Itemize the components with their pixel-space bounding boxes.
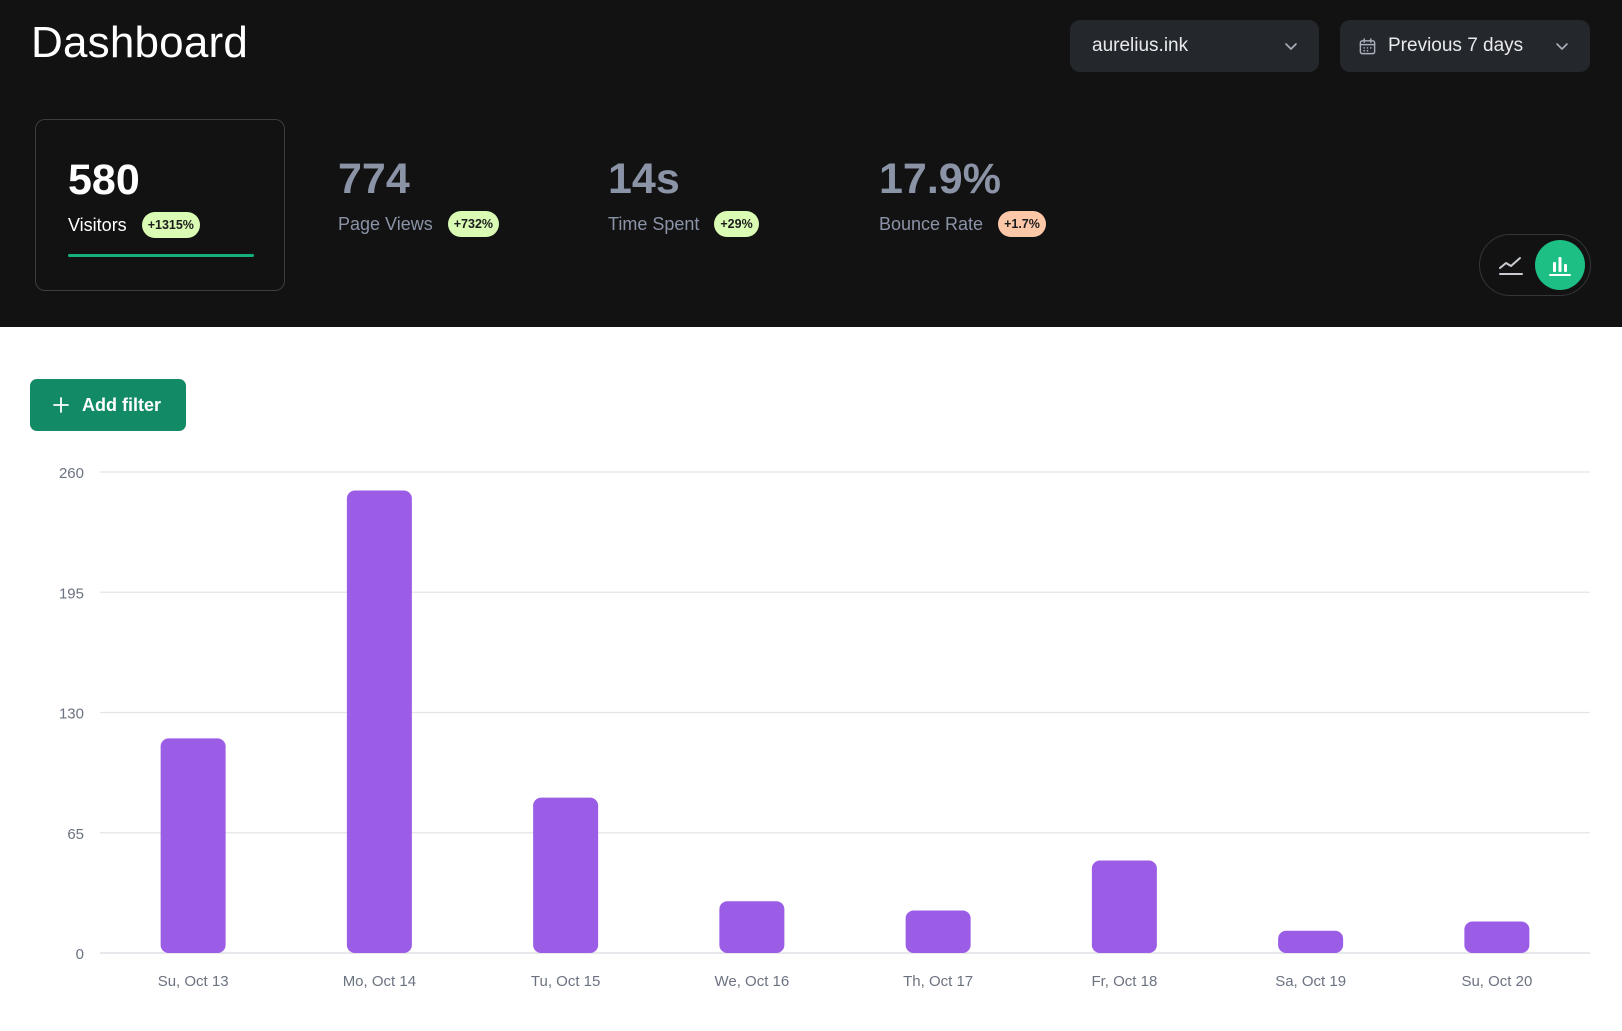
chart-bar[interactable] <box>1091 860 1157 954</box>
metric-visitors[interactable]: 580 Visitors +1315% <box>35 119 285 291</box>
chart-bar[interactable] <box>905 910 971 953</box>
x-tick-label: Su, Oct 13 <box>158 973 229 990</box>
x-tick-label: Sa, Oct 19 <box>1275 973 1346 990</box>
line-chart-icon <box>1499 257 1523 275</box>
chart-bar[interactable] <box>533 797 599 953</box>
metric-label: Bounce Rate <box>879 213 984 234</box>
site-select[interactable]: aurelius.ink <box>1070 20 1319 72</box>
metric-value: 14s <box>608 155 680 203</box>
header-bar: Dashboard aurelius.ink Previous 7 days 5… <box>0 0 1622 327</box>
site-select-value: aurelius.ink <box>1092 35 1189 56</box>
chart-bar[interactable] <box>1464 921 1530 953</box>
date-range-value: Previous 7 days <box>1388 35 1524 56</box>
change-badge: +29% <box>714 211 759 237</box>
y-tick-label: 195 <box>59 585 84 602</box>
metric-label: Visitors <box>68 214 127 235</box>
y-tick-label: 260 <box>59 465 84 482</box>
metric-bounce-rate[interactable]: 17.9% Bounce Rate +1.7% <box>847 119 1097 291</box>
metric-value: 774 <box>338 155 410 203</box>
metric-time-spent[interactable]: 14s Time Spent +29% <box>576 119 826 291</box>
y-tick-label: 130 <box>59 706 84 723</box>
metric-label: Page Views <box>338 213 433 234</box>
date-range-select[interactable]: Previous 7 days <box>1340 20 1590 72</box>
chart-bar[interactable] <box>1278 930 1344 953</box>
chart-bar[interactable] <box>160 738 226 953</box>
chevron-down-icon <box>1556 43 1568 50</box>
add-filter-label: Add filter <box>82 394 161 415</box>
x-tick-label: Mo, Oct 14 <box>343 973 416 990</box>
bar-chart-icon <box>1549 257 1571 276</box>
active-metric-indicator <box>68 254 254 257</box>
metric-value: 17.9% <box>879 155 1001 203</box>
change-badge: +1.7% <box>998 211 1046 237</box>
visitors-bar-chart: 0 65 130 195 260 Su, Oct 13 Mo, Oct 14 Tu, Oct … <box>59 465 1590 990</box>
chevron-down-icon <box>1285 43 1297 50</box>
x-tick-label: Su, Oct 20 <box>1461 973 1532 990</box>
bar-chart-button[interactable] <box>1535 240 1585 290</box>
metric-label: Time Spent <box>608 213 700 234</box>
calendar-icon <box>1359 37 1376 54</box>
metric-value: 580 <box>68 156 140 204</box>
add-filter-button[interactable]: Add filter <box>30 379 186 431</box>
x-tick-label: Fr, Oct 18 <box>1091 973 1157 990</box>
chart-bar[interactable] <box>719 901 785 953</box>
metric-page-views[interactable]: 774 Page Views +732% <box>306 119 556 291</box>
change-badge: +1315% <box>141 212 200 238</box>
y-tick-label: 65 <box>67 826 84 843</box>
x-tick-label: We, Oct 16 <box>714 973 789 990</box>
chart-bar[interactable] <box>346 490 412 954</box>
chart-type-toggle <box>1479 234 1591 296</box>
y-tick-label: 0 <box>76 946 84 963</box>
line-chart-button[interactable] <box>1486 240 1536 290</box>
x-tick-label: Th, Oct 17 <box>903 973 973 990</box>
plus-icon <box>53 397 69 413</box>
change-badge: +732% <box>447 211 500 237</box>
page-title: Dashboard <box>31 18 249 67</box>
x-tick-label: Tu, Oct 15 <box>531 973 600 990</box>
